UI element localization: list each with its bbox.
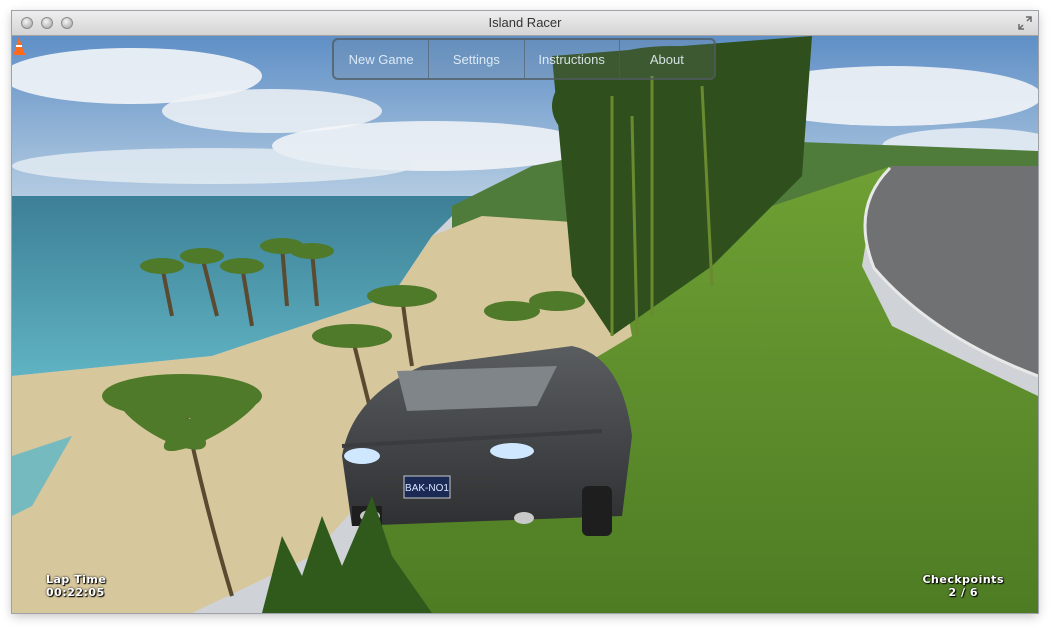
app-window: Island Racer BAK-NO1 New Game Settings I… [12, 11, 1038, 613]
main-menu-bar: New Game Settings Instructions About [332, 38, 716, 80]
settings-button[interactable]: Settings [429, 40, 525, 78]
instructions-button[interactable]: Instructions [525, 40, 620, 78]
license-plate: BAK-NO1 [405, 483, 449, 494]
lap-time-hud: Lap Time 00:22:05 [46, 573, 106, 599]
about-button[interactable]: About [620, 40, 714, 78]
game-scene: BAK-NO1 [12, 36, 1038, 613]
game-viewport[interactable]: BAK-NO1 New Game Settings Instructions A… [12, 36, 1038, 613]
new-game-button[interactable]: New Game [334, 40, 430, 78]
checkpoints-label: Checkpoints [922, 573, 1004, 586]
lap-time-value: 00:22:05 [46, 586, 105, 599]
traffic-cone-icon [13, 37, 25, 55]
window-title: Island Racer [488, 15, 562, 30]
checkpoints-hud: Checkpoints 2 / 6 [922, 573, 1004, 599]
lap-time-label: Lap Time [46, 573, 107, 586]
checkpoints-value: 2 / 6 [948, 586, 978, 599]
title-bar[interactable]: Island Racer [12, 11, 1038, 36]
fullscreen-arrows-icon[interactable] [1018, 16, 1032, 30]
